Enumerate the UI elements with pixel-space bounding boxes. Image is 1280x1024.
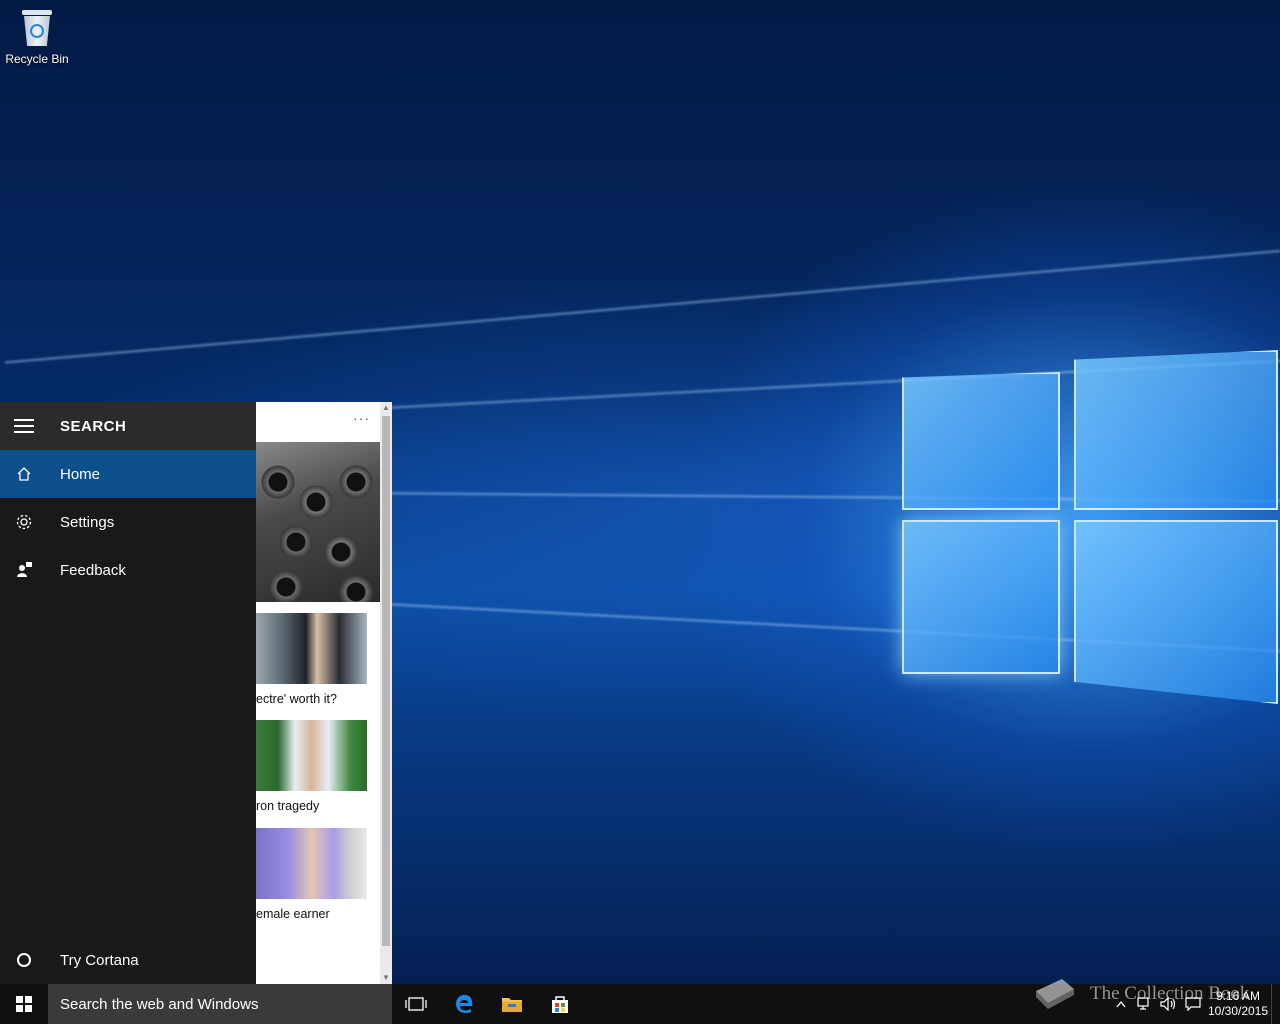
nav-item-label: Try Cortana — [60, 951, 139, 969]
store-icon — [552, 996, 568, 1013]
file-explorer-icon — [502, 998, 522, 1012]
window-logo-pane — [902, 372, 1060, 510]
news-thumbnail[interactable] — [256, 613, 367, 684]
watermark-text: The Collection Book — [1090, 983, 1250, 1004]
nav-item-label: Home — [60, 465, 101, 483]
recycle-bin-shortcut[interactable]: Recycle Bin — [4, 8, 70, 66]
circle-icon — [0, 936, 48, 984]
start-button[interactable] — [0, 984, 48, 1024]
scroll-down-icon[interactable]: ▼ — [380, 972, 392, 984]
more-options-button[interactable]: ··· — [353, 410, 370, 426]
show-desktop-button[interactable] — [1271, 984, 1280, 1024]
news-feed-panel: ··· ectre' worth it? ron tragedy emale e… — [256, 402, 392, 984]
windows-logo-icon — [16, 996, 32, 1012]
news-caption[interactable]: ectre' worth it? — [256, 692, 337, 706]
news-caption[interactable]: emale earner — [256, 907, 330, 921]
window-logo-pane — [1074, 520, 1278, 704]
nav-item-label: Feedback — [60, 561, 126, 579]
news-thumbnail[interactable] — [256, 720, 367, 791]
news-caption[interactable]: ron tragedy — [256, 799, 319, 813]
scrollbar-thumb[interactable] — [382, 416, 390, 946]
light-beam — [4, 250, 1280, 364]
recycle-bin-icon — [20, 8, 54, 48]
nav-item-home[interactable]: Home — [0, 450, 256, 498]
gear-icon — [0, 498, 48, 546]
book-icon — [1036, 979, 1074, 1009]
nav-item-try-cortana[interactable]: Try Cortana — [0, 936, 256, 984]
scroll-up-icon[interactable]: ▲ — [380, 402, 392, 414]
feedback-icon — [0, 546, 48, 594]
recycle-bin-label: Recycle Bin — [5, 52, 69, 66]
edge-icon — [456, 994, 473, 1014]
news-thumbnail[interactable] — [256, 828, 367, 899]
task-view-button[interactable] — [392, 984, 440, 1024]
edge-button[interactable] — [440, 984, 488, 1024]
window-logo-pane — [1074, 350, 1278, 510]
nav-item-feedback[interactable]: Feedback — [0, 546, 256, 594]
feed-scrollbar[interactable]: ▲ ▼ — [380, 402, 392, 984]
window-logo-pane — [902, 520, 1060, 674]
search-nav-header: SEARCH — [0, 402, 256, 450]
home-icon — [0, 450, 48, 498]
watermark: The Collection Book — [1032, 977, 1249, 1011]
hamburger-icon — [14, 425, 34, 427]
taskbar-search-box[interactable]: Search the web and Windows — [48, 984, 392, 1024]
store-button[interactable] — [536, 984, 584, 1024]
search-nav-title: SEARCH — [60, 417, 127, 435]
hamburger-menu-button[interactable] — [0, 402, 48, 450]
search-nav-pane: SEARCH Home Settings Feedback Try Cortan… — [0, 402, 256, 984]
nav-item-label: Settings — [60, 513, 115, 531]
nav-item-settings[interactable]: Settings — [0, 498, 256, 546]
task-view-icon — [405, 997, 427, 1011]
news-hero-image[interactable] — [256, 442, 380, 602]
file-explorer-button[interactable] — [488, 984, 536, 1024]
